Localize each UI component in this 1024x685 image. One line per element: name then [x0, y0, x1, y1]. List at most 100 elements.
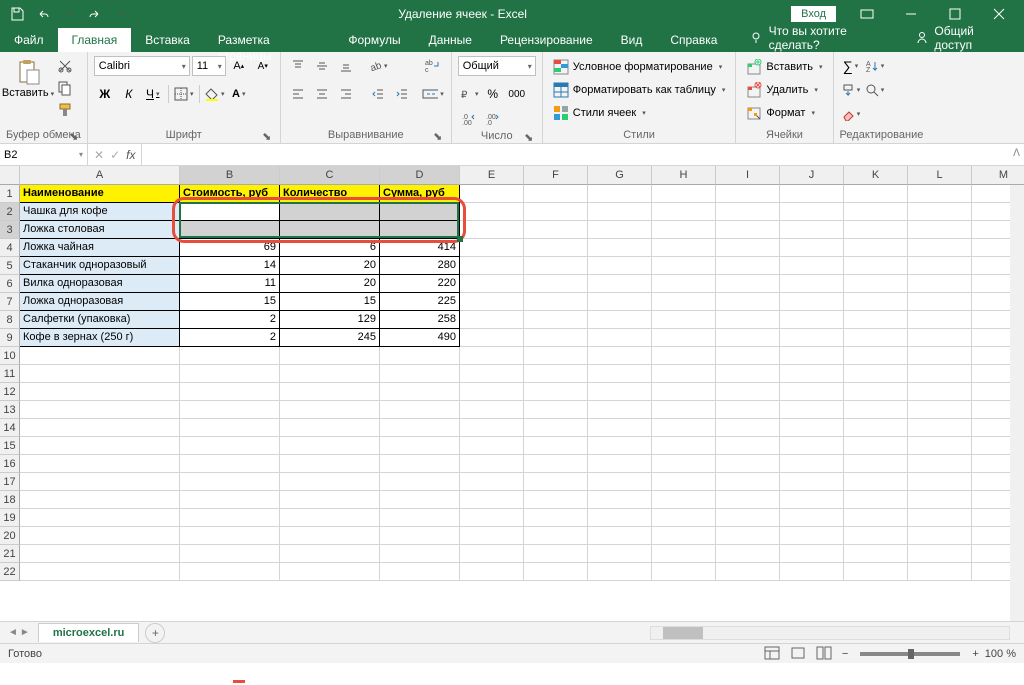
- cell[interactable]: [20, 347, 180, 365]
- cell[interactable]: [280, 203, 380, 221]
- cell[interactable]: [780, 545, 844, 563]
- cell[interactable]: [460, 527, 524, 545]
- column-headers[interactable]: ABCDEFGHIJKLM: [20, 166, 1024, 185]
- decrease-decimal-button[interactable]: .00.0: [482, 108, 504, 128]
- font-size-combo[interactable]: 11: [192, 56, 226, 76]
- cell[interactable]: [524, 203, 588, 221]
- accounting-format-button[interactable]: ₽: [458, 84, 480, 104]
- cell[interactable]: [524, 221, 588, 239]
- cell[interactable]: [588, 347, 652, 365]
- cell[interactable]: [908, 239, 972, 257]
- cell[interactable]: [280, 419, 380, 437]
- row-header[interactable]: 21: [0, 545, 20, 563]
- paste-button[interactable]: Вставить: [6, 54, 50, 100]
- cell[interactable]: [716, 185, 780, 203]
- cell[interactable]: [844, 437, 908, 455]
- cell[interactable]: [380, 383, 460, 401]
- cell[interactable]: [460, 401, 524, 419]
- cell[interactable]: [460, 473, 524, 491]
- cell[interactable]: [588, 383, 652, 401]
- cell[interactable]: Ложка столовая: [20, 221, 180, 239]
- undo-dropdown-icon[interactable]: [58, 3, 80, 25]
- cell[interactable]: [180, 437, 280, 455]
- cell[interactable]: [844, 419, 908, 437]
- cell[interactable]: 2: [180, 329, 280, 347]
- cell[interactable]: [460, 509, 524, 527]
- cell[interactable]: [652, 257, 716, 275]
- cell[interactable]: 2: [180, 311, 280, 329]
- cell[interactable]: 129: [280, 311, 380, 329]
- cell[interactable]: Ложка чайная: [20, 239, 180, 257]
- cell[interactable]: [180, 527, 280, 545]
- save-icon[interactable]: [6, 3, 28, 25]
- cell[interactable]: [844, 365, 908, 383]
- fill-color-button[interactable]: [204, 84, 226, 104]
- comma-button[interactable]: 000: [506, 84, 528, 104]
- cell[interactable]: [716, 473, 780, 491]
- cell[interactable]: [780, 365, 844, 383]
- cell[interactable]: [716, 419, 780, 437]
- fill-button[interactable]: [840, 80, 862, 100]
- cell[interactable]: 220: [380, 275, 460, 293]
- cell[interactable]: [652, 437, 716, 455]
- fill-handle[interactable]: [457, 236, 463, 242]
- cell[interactable]: [524, 347, 588, 365]
- cell[interactable]: [180, 509, 280, 527]
- cell[interactable]: [180, 491, 280, 509]
- align-top-button[interactable]: [287, 56, 309, 76]
- cell[interactable]: [588, 563, 652, 581]
- cell[interactable]: [280, 473, 380, 491]
- column-header[interactable]: K: [844, 166, 908, 185]
- zoom-slider[interactable]: [860, 652, 960, 656]
- cell[interactable]: [524, 419, 588, 437]
- column-header[interactable]: M: [972, 166, 1024, 185]
- cell[interactable]: [460, 563, 524, 581]
- redo-icon[interactable]: [84, 3, 106, 25]
- cell[interactable]: [652, 401, 716, 419]
- column-header[interactable]: D: [380, 166, 460, 185]
- zoom-in-button[interactable]: +: [972, 648, 978, 660]
- increase-font-button[interactable]: A▴: [228, 56, 250, 76]
- row-header[interactable]: 4: [0, 239, 20, 257]
- tab-insert[interactable]: Вставка: [131, 28, 204, 52]
- number-dialog-launcher[interactable]: ⬊: [524, 131, 534, 141]
- cell[interactable]: [380, 509, 460, 527]
- number-format-combo[interactable]: Общий: [458, 56, 536, 76]
- cell[interactable]: 15: [280, 293, 380, 311]
- cell[interactable]: 245: [280, 329, 380, 347]
- row-header[interactable]: 17: [0, 473, 20, 491]
- format-cells-button[interactable]: Формат: [742, 102, 826, 123]
- cell[interactable]: [20, 401, 180, 419]
- cell[interactable]: [380, 203, 460, 221]
- format-as-table-button[interactable]: Форматировать как таблицу: [549, 79, 730, 100]
- zoom-level[interactable]: 100 %: [985, 648, 1016, 660]
- cell[interactable]: Сумма, руб: [380, 185, 460, 203]
- cell[interactable]: [20, 491, 180, 509]
- cell[interactable]: [652, 275, 716, 293]
- cell[interactable]: Количество: [280, 185, 380, 203]
- cell[interactable]: [908, 527, 972, 545]
- cell[interactable]: [20, 473, 180, 491]
- cell[interactable]: [716, 239, 780, 257]
- cell[interactable]: [716, 545, 780, 563]
- cell[interactable]: [780, 203, 844, 221]
- cell[interactable]: [844, 491, 908, 509]
- cell[interactable]: [844, 545, 908, 563]
- cell[interactable]: [780, 455, 844, 473]
- cell[interactable]: [780, 437, 844, 455]
- cell[interactable]: [844, 455, 908, 473]
- cell[interactable]: 20: [280, 257, 380, 275]
- cancel-formula-icon[interactable]: ✕: [94, 148, 104, 162]
- cell[interactable]: [524, 275, 588, 293]
- cell[interactable]: [380, 563, 460, 581]
- column-header[interactable]: J: [780, 166, 844, 185]
- cell[interactable]: [588, 185, 652, 203]
- increase-indent-button[interactable]: [391, 84, 413, 104]
- cell[interactable]: [844, 293, 908, 311]
- column-header[interactable]: B: [180, 166, 280, 185]
- underline-button[interactable]: Ч: [142, 84, 164, 104]
- cell[interactable]: [588, 419, 652, 437]
- cell[interactable]: [780, 239, 844, 257]
- cell[interactable]: [652, 545, 716, 563]
- cell[interactable]: [908, 365, 972, 383]
